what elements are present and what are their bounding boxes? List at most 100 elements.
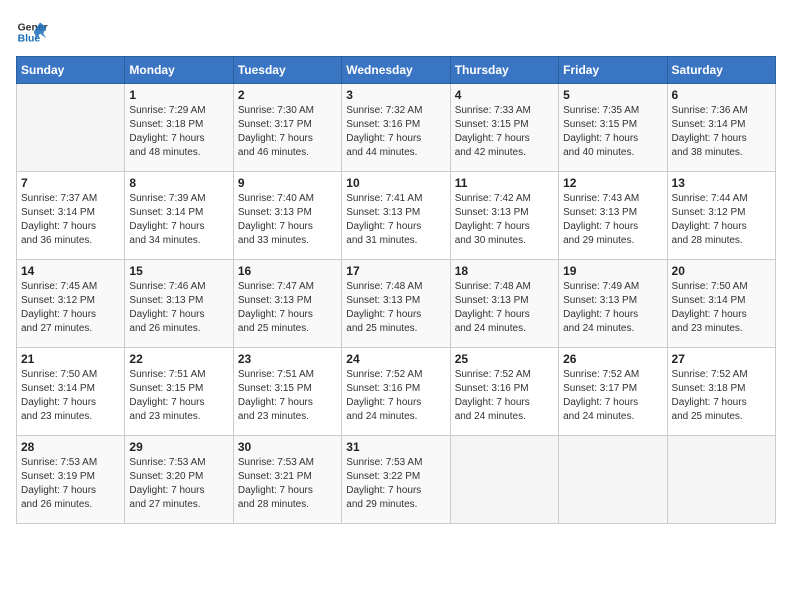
calendar-cell: 31 Sunrise: 7:53 AM Sunset: 3:22 PM Dayli… <box>342 436 450 524</box>
cell-day-number: 21 <box>21 352 120 366</box>
cell-info-text: Sunrise: 7:51 AM Sunset: 3:15 PM Dayligh… <box>238 368 337 424</box>
header-tuesday: Tuesday <box>233 57 341 84</box>
calendar-cell <box>17 84 125 172</box>
calendar-cell: 10 Sunrise: 7:41 AM Sunset: 3:13 PM Dayli… <box>342 172 450 260</box>
cell-info-text: Sunrise: 7:53 AM Sunset: 3:20 PM Dayligh… <box>129 456 228 512</box>
calendar-body: 1 Sunrise: 7:29 AM Sunset: 3:18 PM Daylig… <box>17 84 776 524</box>
cell-info-text: Sunrise: 7:40 AM Sunset: 3:13 PM Dayligh… <box>238 192 337 248</box>
cell-day-number: 13 <box>672 176 771 190</box>
cell-info-text: Sunrise: 7:53 AM Sunset: 3:19 PM Dayligh… <box>21 456 120 512</box>
header-wednesday: Wednesday <box>342 57 450 84</box>
calendar-cell: 11 Sunrise: 7:42 AM Sunset: 3:13 PM Dayli… <box>450 172 558 260</box>
cell-day-number: 5 <box>563 88 662 102</box>
cell-day-number: 8 <box>129 176 228 190</box>
cell-day-number: 24 <box>346 352 445 366</box>
cell-day-number: 3 <box>346 88 445 102</box>
calendar-cell: 8 Sunrise: 7:39 AM Sunset: 3:14 PM Daylig… <box>125 172 233 260</box>
cell-info-text: Sunrise: 7:35 AM Sunset: 3:15 PM Dayligh… <box>563 104 662 160</box>
header-friday: Friday <box>559 57 667 84</box>
calendar-cell: 30Sunrise: 7:53 AM Sunset: 3:21 PM Dayli… <box>233 436 341 524</box>
cell-info-text: Sunrise: 7:47 AM Sunset: 3:13 PM Dayligh… <box>238 280 337 336</box>
cell-info-text: Sunrise: 7:52 AM Sunset: 3:16 PM Dayligh… <box>346 368 445 424</box>
calendar-cell <box>559 436 667 524</box>
cell-info-text: Sunrise: 7:53 AM Sunset: 3:21 PM Dayligh… <box>238 456 337 512</box>
calendar-cell: 9 Sunrise: 7:40 AM Sunset: 3:13 PM Daylig… <box>233 172 341 260</box>
cell-info-text: Sunrise: 7:45 AM Sunset: 3:12 PM Dayligh… <box>21 280 120 336</box>
calendar-cell: 26Sunrise: 7:52 AM Sunset: 3:17 PM Dayli… <box>559 348 667 436</box>
calendar-cell: 1 Sunrise: 7:29 AM Sunset: 3:18 PM Daylig… <box>125 84 233 172</box>
cell-info-text: Sunrise: 7:36 AM Sunset: 3:14 PM Dayligh… <box>672 104 771 160</box>
cell-info-text: Sunrise: 7:30 AM Sunset: 3:17 PM Dayligh… <box>238 104 337 160</box>
calendar-week-2: 7 Sunrise: 7:37 AM Sunset: 3:14 PM Daylig… <box>17 172 776 260</box>
calendar-cell: 2 Sunrise: 7:30 AM Sunset: 3:17 PM Daylig… <box>233 84 341 172</box>
calendar-cell: 17Sunrise: 7:48 AM Sunset: 3:13 PM Dayli… <box>342 260 450 348</box>
cell-day-number: 14 <box>21 264 120 278</box>
calendar-cell: 3 Sunrise: 7:32 AM Sunset: 3:16 PM Daylig… <box>342 84 450 172</box>
calendar-cell: 23 Sunrise: 7:51 AM Sunset: 3:15 PM Dayli… <box>233 348 341 436</box>
calendar-week-4: 21 Sunrise: 7:50 AM Sunset: 3:14 PM Dayli… <box>17 348 776 436</box>
cell-info-text: Sunrise: 7:42 AM Sunset: 3:13 PM Dayligh… <box>455 192 554 248</box>
calendar-cell: 29 Sunrise: 7:53 AM Sunset: 3:20 PM Dayli… <box>125 436 233 524</box>
calendar-cell: 12Sunrise: 7:43 AM Sunset: 3:13 PM Dayli… <box>559 172 667 260</box>
calendar-cell: 4 Sunrise: 7:33 AM Sunset: 3:15 PM Daylig… <box>450 84 558 172</box>
cell-day-number: 23 <box>238 352 337 366</box>
cell-day-number: 17 <box>346 264 445 278</box>
cell-day-number: 4 <box>455 88 554 102</box>
cell-day-number: 2 <box>238 88 337 102</box>
cell-info-text: Sunrise: 7:43 AM Sunset: 3:13 PM Dayligh… <box>563 192 662 248</box>
calendar-week-3: 14 Sunrise: 7:45 AM Sunset: 3:12 PM Dayli… <box>17 260 776 348</box>
cell-info-text: Sunrise: 7:33 AM Sunset: 3:15 PM Dayligh… <box>455 104 554 160</box>
calendar-cell <box>667 436 775 524</box>
header-thursday: Thursday <box>450 57 558 84</box>
page-header: General Blue <box>16 16 776 48</box>
header-saturday: Saturday <box>667 57 775 84</box>
cell-info-text: Sunrise: 7:41 AM Sunset: 3:13 PM Dayligh… <box>346 192 445 248</box>
cell-info-text: Sunrise: 7:39 AM Sunset: 3:14 PM Dayligh… <box>129 192 228 248</box>
calendar-cell: 6Sunrise: 7:36 AM Sunset: 3:14 PM Daylig… <box>667 84 775 172</box>
cell-info-text: Sunrise: 7:51 AM Sunset: 3:15 PM Dayligh… <box>129 368 228 424</box>
cell-day-number: 16 <box>238 264 337 278</box>
cell-day-number: 1 <box>129 88 228 102</box>
calendar-cell: 28 Sunrise: 7:53 AM Sunset: 3:19 PM Dayli… <box>17 436 125 524</box>
calendar-cell: 18 Sunrise: 7:48 AM Sunset: 3:13 PM Dayli… <box>450 260 558 348</box>
cell-day-number: 28 <box>21 440 120 454</box>
calendar-cell: 16 Sunrise: 7:47 AM Sunset: 3:13 PM Dayli… <box>233 260 341 348</box>
calendar-cell: 27Sunrise: 7:52 AM Sunset: 3:18 PM Dayli… <box>667 348 775 436</box>
cell-info-text: Sunrise: 7:48 AM Sunset: 3:13 PM Dayligh… <box>455 280 554 336</box>
cell-info-text: Sunrise: 7:52 AM Sunset: 3:16 PM Dayligh… <box>455 368 554 424</box>
cell-day-number: 29 <box>129 440 228 454</box>
calendar-cell: 14 Sunrise: 7:45 AM Sunset: 3:12 PM Dayli… <box>17 260 125 348</box>
calendar-cell: 25Sunrise: 7:52 AM Sunset: 3:16 PM Dayli… <box>450 348 558 436</box>
calendar-cell <box>450 436 558 524</box>
calendar-week-5: 28 Sunrise: 7:53 AM Sunset: 3:19 PM Dayli… <box>17 436 776 524</box>
cell-info-text: Sunrise: 7:29 AM Sunset: 3:18 PM Dayligh… <box>129 104 228 160</box>
cell-info-text: Sunrise: 7:37 AM Sunset: 3:14 PM Dayligh… <box>21 192 120 248</box>
cell-day-number: 10 <box>346 176 445 190</box>
cell-info-text: Sunrise: 7:50 AM Sunset: 3:14 PM Dayligh… <box>21 368 120 424</box>
calendar-cell: 20Sunrise: 7:50 AM Sunset: 3:14 PM Dayli… <box>667 260 775 348</box>
cell-info-text: Sunrise: 7:52 AM Sunset: 3:18 PM Dayligh… <box>672 368 771 424</box>
cell-day-number: 15 <box>129 264 228 278</box>
calendar-cell: 15Sunrise: 7:46 AM Sunset: 3:13 PM Dayli… <box>125 260 233 348</box>
calendar-cell: 13 Sunrise: 7:44 AM Sunset: 3:12 PM Dayli… <box>667 172 775 260</box>
cell-info-text: Sunrise: 7:32 AM Sunset: 3:16 PM Dayligh… <box>346 104 445 160</box>
cell-info-text: Sunrise: 7:49 AM Sunset: 3:13 PM Dayligh… <box>563 280 662 336</box>
logo-icon: General Blue <box>16 16 48 48</box>
cell-day-number: 31 <box>346 440 445 454</box>
calendar-header-row: SundayMondayTuesdayWednesdayThursdayFrid… <box>17 57 776 84</box>
cell-day-number: 9 <box>238 176 337 190</box>
cell-info-text: Sunrise: 7:53 AM Sunset: 3:22 PM Dayligh… <box>346 456 445 512</box>
cell-day-number: 11 <box>455 176 554 190</box>
cell-day-number: 18 <box>455 264 554 278</box>
cell-day-number: 7 <box>21 176 120 190</box>
header-monday: Monday <box>125 57 233 84</box>
logo: General Blue <box>16 16 48 48</box>
calendar-cell: 21 Sunrise: 7:50 AM Sunset: 3:14 PM Dayli… <box>17 348 125 436</box>
cell-info-text: Sunrise: 7:52 AM Sunset: 3:17 PM Dayligh… <box>563 368 662 424</box>
calendar-cell: 24 Sunrise: 7:52 AM Sunset: 3:16 PM Dayli… <box>342 348 450 436</box>
cell-day-number: 19 <box>563 264 662 278</box>
header-sunday: Sunday <box>17 57 125 84</box>
calendar-cell: 19 Sunrise: 7:49 AM Sunset: 3:13 PM Dayli… <box>559 260 667 348</box>
calendar-cell: 7 Sunrise: 7:37 AM Sunset: 3:14 PM Daylig… <box>17 172 125 260</box>
cell-info-text: Sunrise: 7:44 AM Sunset: 3:12 PM Dayligh… <box>672 192 771 248</box>
